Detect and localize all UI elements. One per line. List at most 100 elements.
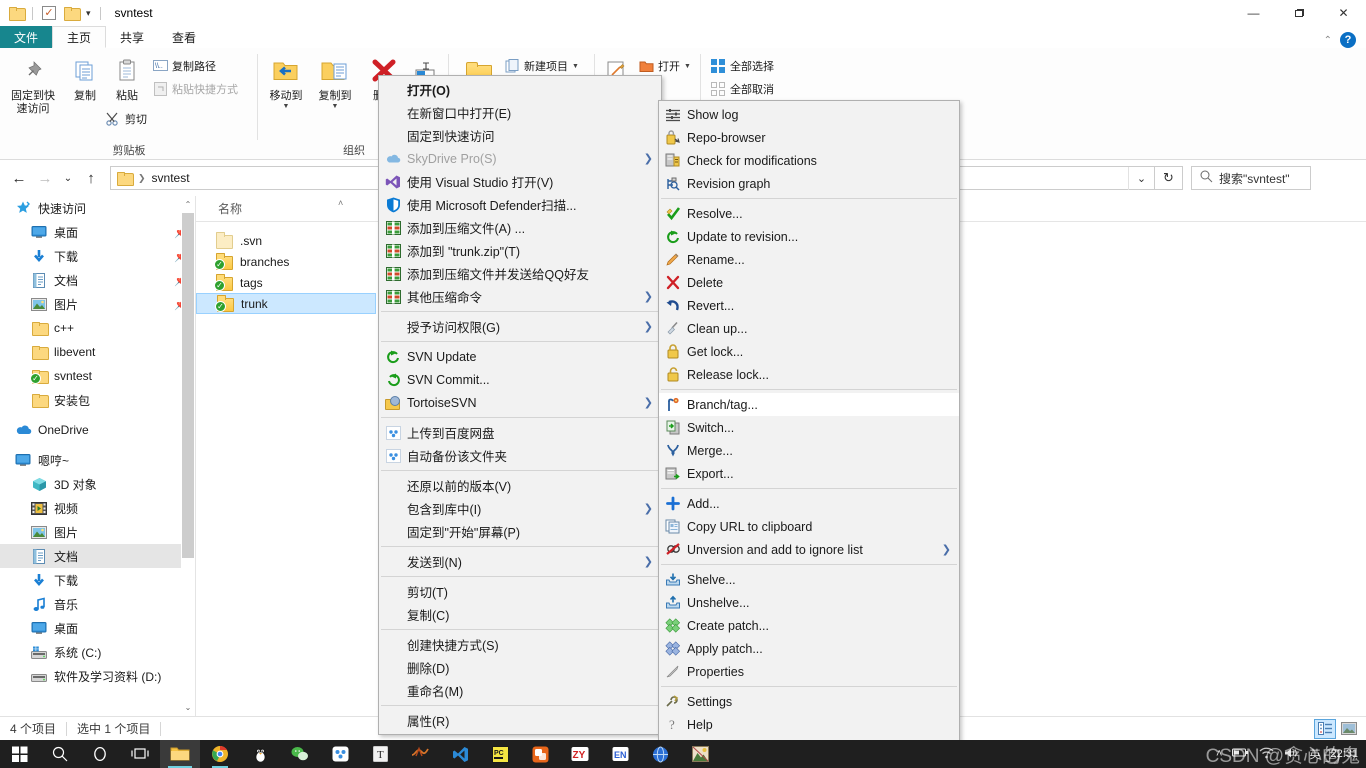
- matlab-icon[interactable]: [400, 740, 440, 768]
- submenu-item-settings[interactable]: Settings: [659, 690, 959, 713]
- menu-item-include-in-library[interactable]: 包含到库中(I) ❯: [379, 497, 661, 520]
- nav-item-install-pkg[interactable]: 安装包: [0, 388, 196, 412]
- move-to-button[interactable]: 移动到 ▼: [259, 54, 313, 110]
- menu-item-defender-scan[interactable]: 使用 Microsoft Defender扫描...: [379, 193, 661, 216]
- new-item-button[interactable]: 新建项目 ▼: [504, 58, 579, 74]
- baidu-netdisk-icon[interactable]: [320, 740, 360, 768]
- menu-item-open-with-visual-studio[interactable]: 使用 Visual Studio 打开(V): [379, 170, 661, 193]
- move-to-caret-icon[interactable]: ▼: [259, 103, 313, 110]
- menu-item-tortoisesvn[interactable]: TortoiseSVN ❯: [379, 391, 661, 414]
- table-row[interactable]: ✓ trunk: [196, 293, 376, 314]
- submenu-item-update-to-revision[interactable]: Update to revision...: [659, 225, 959, 248]
- menu-item-add-to-archive-and-email-qq[interactable]: 添加到压缩文件并发送给QQ好友: [379, 262, 661, 285]
- copy-path-button[interactable]: \\.. 复制路径: [152, 58, 216, 74]
- search-input[interactable]: 搜索"svntest": [1191, 166, 1311, 190]
- paste-shortcut-button[interactable]: 粘贴快捷方式: [152, 81, 238, 97]
- menu-item-restore-previous-versions[interactable]: 还原以前的版本(V): [379, 474, 661, 497]
- nav-item-documents[interactable]: 文档 📌: [0, 268, 196, 292]
- large-icons-view-button[interactable]: [1338, 719, 1360, 739]
- submenu-item-revert[interactable]: Revert...: [659, 294, 959, 317]
- cut-button[interactable]: 剪切: [105, 111, 147, 127]
- ime-en-icon[interactable]: EN: [600, 740, 640, 768]
- nav-item-svntest[interactable]: ✓ svntest: [0, 364, 196, 388]
- nav-item-desktop[interactable]: 桌面 📌: [0, 220, 196, 244]
- menu-item-create-shortcut[interactable]: 创建快捷方式(S): [379, 633, 661, 656]
- paste-button[interactable]: 粘贴: [100, 54, 154, 103]
- submenu-item-resolve[interactable]: Resolve...: [659, 202, 959, 225]
- details-view-button[interactable]: [1314, 718, 1336, 739]
- help-icon[interactable]: ?: [1340, 32, 1356, 48]
- submenu-item-add[interactable]: Add...: [659, 492, 959, 515]
- new-item-caret-icon[interactable]: ▼: [572, 63, 579, 70]
- copy-to-button[interactable]: 复制到 ▼: [308, 54, 362, 110]
- qq-penguin-icon[interactable]: [240, 740, 280, 768]
- menu-item-skydrive-pro[interactable]: SkyDrive Pro(S) ❯: [379, 147, 661, 170]
- menu-item-upload-baidu-netdisk[interactable]: 上传到百度网盘: [379, 421, 661, 444]
- nav-item-cpp[interactable]: c++: [0, 316, 196, 340]
- menu-item-properties[interactable]: 属性(R): [379, 709, 661, 732]
- battery-icon[interactable]: [1232, 747, 1249, 761]
- menu-item-rename[interactable]: 重命名(M): [379, 679, 661, 702]
- breadcrumb-item-svntest[interactable]: svntest: [152, 171, 190, 185]
- open-button[interactable]: 打开 ▼: [638, 58, 691, 74]
- menu-item-delete[interactable]: 删除(D): [379, 656, 661, 679]
- nav-item-drive-d[interactable]: 软件及学习资料 (D:): [0, 664, 196, 688]
- menu-item-svn-commit[interactable]: SVN Commit...: [379, 368, 661, 391]
- nav-item-drive-c[interactable]: 系统 (C:): [0, 640, 196, 664]
- nav-item-this-pc[interactable]: 嗯哼~: [0, 448, 196, 472]
- search-icon[interactable]: [40, 740, 80, 768]
- vmware-icon[interactable]: [520, 740, 560, 768]
- up-button[interactable]: ↑: [78, 165, 104, 191]
- submenu-item-merge[interactable]: Merge...: [659, 439, 959, 462]
- nav-item-libevent[interactable]: libevent: [0, 340, 196, 364]
- globe-browser-icon[interactable]: [640, 740, 680, 768]
- copy-to-caret-icon[interactable]: ▼: [308, 103, 362, 110]
- tortoisesvn-submenu[interactable]: Show log Repo-browser Check for modifica…: [658, 100, 960, 762]
- submenu-item-shelve[interactable]: Shelve...: [659, 568, 959, 591]
- submenu-item-copy-url[interactable]: Copy URL to clipboard: [659, 515, 959, 538]
- properties-icon[interactable]: ✓: [39, 3, 59, 23]
- menu-item-cut[interactable]: 剪切(T): [379, 580, 661, 603]
- nav-item-music[interactable]: 音乐: [0, 592, 196, 616]
- submenu-item-rename[interactable]: Rename...: [659, 248, 959, 271]
- scroll-up-button[interactable]: ⌃: [181, 196, 195, 213]
- submenu-item-help[interactable]: ? Help: [659, 713, 959, 736]
- nav-item-downloads-2[interactable]: 下载: [0, 568, 196, 592]
- breadcrumb-dropdown-button[interactable]: ⌄: [1128, 166, 1154, 190]
- nav-item-3d-objects[interactable]: 3D 对象: [0, 472, 196, 496]
- volume-icon[interactable]: [1284, 747, 1299, 762]
- submenu-item-revision-graph[interactable]: Revision graph: [659, 172, 959, 195]
- tab-file[interactable]: 文件: [0, 26, 53, 48]
- submenu-item-unversion-add-ignore[interactable]: Unversion and add to ignore list ❯: [659, 538, 959, 561]
- menu-item-send-to[interactable]: 发送到(N) ❯: [379, 550, 661, 573]
- context-menu[interactable]: 打开(O) 在新窗口中打开(E) 固定到快速访问 SkyDrive Pro(S)…: [378, 75, 662, 735]
- pin-quick-access-button[interactable]: 固定到快 速访问: [6, 54, 60, 116]
- typora-icon[interactable]: T: [360, 740, 400, 768]
- folder-icon[interactable]: [6, 3, 26, 23]
- menu-item-add-to-archive[interactable]: 添加到压缩文件(A) ...: [379, 216, 661, 239]
- scrollbar-thumb[interactable]: [182, 213, 194, 558]
- ime-indicator[interactable]: 英: [1309, 746, 1320, 762]
- maximize-button[interactable]: [1276, 0, 1321, 26]
- menu-item-open-new-window[interactable]: 在新窗口中打开(E): [379, 101, 661, 124]
- zy-icon[interactable]: ZY: [560, 740, 600, 768]
- submenu-item-check-for-modifications[interactable]: Check for modifications: [659, 149, 959, 172]
- task-view-icon[interactable]: [120, 740, 160, 768]
- submenu-item-branch-tag[interactable]: Branch/tag...: [659, 393, 959, 416]
- menu-item-copy[interactable]: 复制(C): [379, 603, 661, 626]
- wechat-icon[interactable]: [280, 740, 320, 768]
- nav-item-desktop-2[interactable]: 桌面: [0, 616, 196, 640]
- file-explorer-icon[interactable]: [160, 740, 200, 768]
- scroll-down-button[interactable]: ⌄: [181, 699, 195, 716]
- submenu-item-get-lock[interactable]: Get lock...: [659, 340, 959, 363]
- submenu-item-show-log[interactable]: Show log: [659, 103, 959, 126]
- select-none-button[interactable]: 全部取消: [710, 81, 774, 97]
- close-button[interactable]: ✕: [1321, 0, 1366, 26]
- nav-item-onedrive[interactable]: OneDrive: [0, 418, 196, 442]
- minimize-button[interactable]: —: [1231, 0, 1276, 26]
- refresh-button[interactable]: ↻: [1155, 166, 1183, 190]
- submenu-item-export[interactable]: Export...: [659, 462, 959, 485]
- nav-item-quick-access[interactable]: 快速访问: [0, 196, 196, 220]
- nav-item-documents-2[interactable]: 文档: [0, 544, 196, 568]
- nav-item-downloads[interactable]: 下载 📌: [0, 244, 196, 268]
